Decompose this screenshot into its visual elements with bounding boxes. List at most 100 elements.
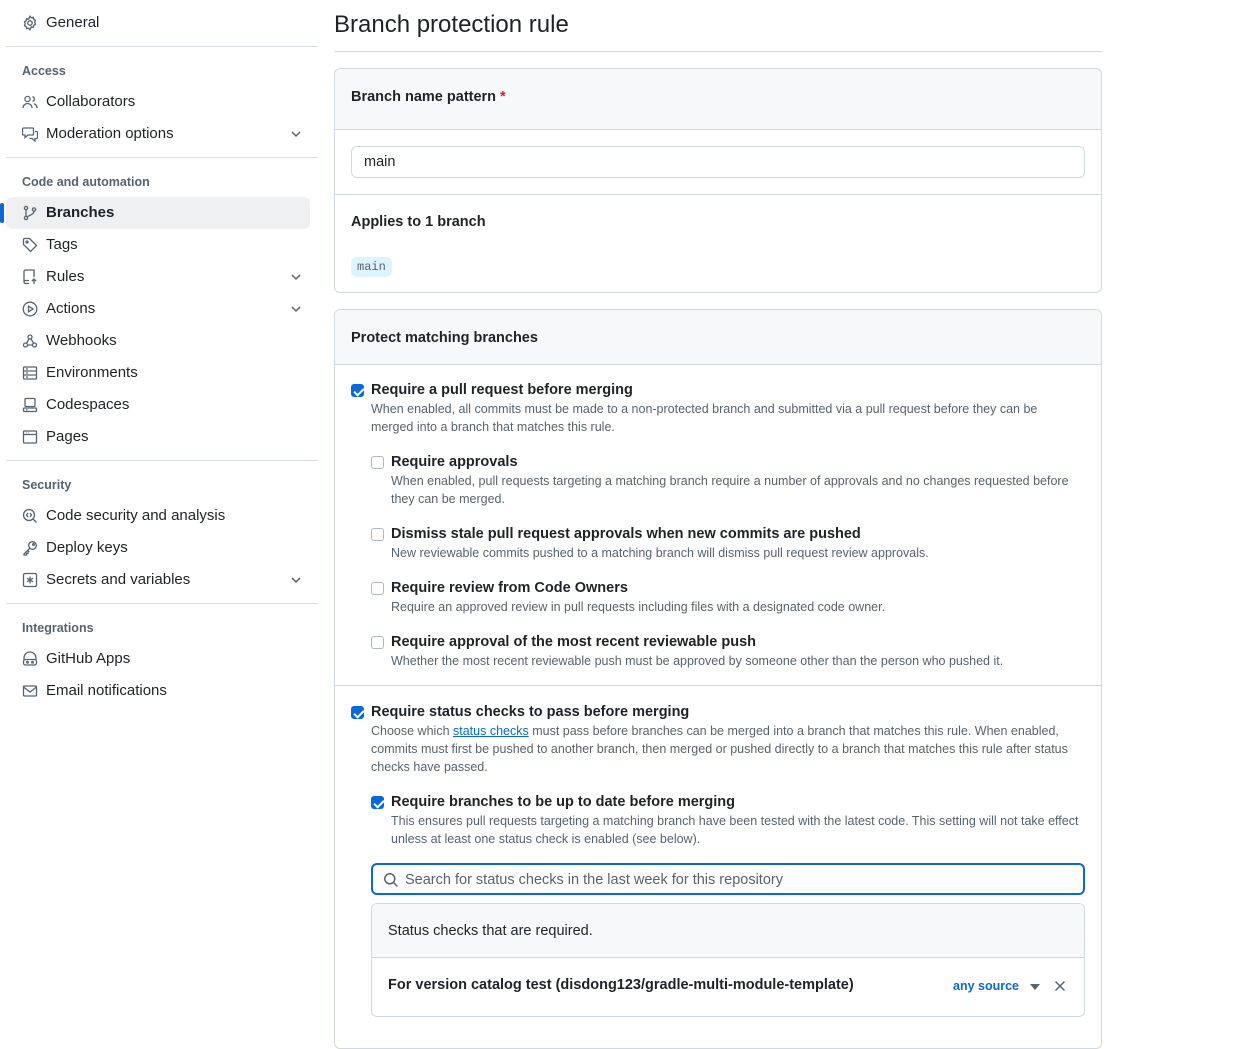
sidebar-item-collaborators[interactable]: Collaborators <box>6 86 310 118</box>
sidebar-item-label: Secrets and variables <box>46 571 191 588</box>
code-owners-description: Require an approved review in pull reque… <box>391 600 886 614</box>
webhook-icon <box>22 333 38 349</box>
status-checks-link[interactable]: status checks <box>453 724 529 738</box>
sidebar-item-deploy-keys[interactable]: Deploy keys <box>6 532 310 564</box>
server-icon <box>22 365 38 381</box>
matched-branch-chip: main <box>351 257 392 277</box>
dismiss-stale-title: Dismiss stale pull request approvals whe… <box>391 526 861 542</box>
required-checks-header: Status checks that are required. <box>372 904 1084 958</box>
protect-branches-header: Protect matching branches <box>335 310 1101 365</box>
sidebar-section-integrations: Integrations <box>22 621 94 635</box>
mail-icon <box>22 683 38 699</box>
require-approvals-checkbox[interactable] <box>371 456 384 469</box>
title-divider <box>334 51 1102 52</box>
up-to-date-title: Require branches to be up to date before… <box>391 794 736 810</box>
sidebar-item-label: Environments <box>46 364 138 381</box>
sidebar-section-security: Security <box>22 478 72 492</box>
page-title: Branch protection rule <box>334 11 569 38</box>
sidebar-item-github-apps[interactable]: GitHub Apps <box>6 643 310 675</box>
sidebar-item-webhooks[interactable]: Webhooks <box>6 325 310 357</box>
up-to-date-checkbox[interactable] <box>371 796 384 809</box>
sidebar-item-rules[interactable]: Rules <box>6 261 310 293</box>
people-icon <box>22 94 38 110</box>
sidebar-item-code-security[interactable]: Code security and analysis <box>6 500 310 532</box>
sidebar-item-label: Code security and analysis <box>46 507 226 524</box>
sidebar-item-email-notifications[interactable]: Email notifications <box>6 675 310 707</box>
require-pr-description: When enabled, all commits must be made t… <box>371 402 1038 434</box>
repo-push-icon <box>22 269 38 285</box>
sidebar-item-label: Tags <box>46 236 78 253</box>
sidebar-item-actions[interactable]: Actions <box>6 293 310 325</box>
sidebar-item-general[interactable]: General <box>6 7 310 39</box>
dismiss-stale-checkbox[interactable] <box>371 528 384 541</box>
comment-discussion-icon <box>22 126 38 142</box>
sidebar-item-label: Codespaces <box>46 396 130 413</box>
dismiss-stale-description: New reviewable commits pushed to a match… <box>391 546 929 560</box>
status-check-search-input[interactable] <box>403 869 1073 891</box>
sidebar-item-secrets[interactable]: Secrets and variables <box>6 564 310 596</box>
sidebar-item-label: Collaborators <box>46 93 136 110</box>
chevron-down-icon[interactable] <box>290 574 302 586</box>
required-checks-heading: Status checks that are required. <box>388 923 593 939</box>
chevron-down-icon[interactable] <box>290 128 302 140</box>
required-checks-box: Status checks that are required. For ver… <box>371 903 1085 1017</box>
asterisk-box-icon <box>22 572 38 588</box>
required-marker: * <box>500 89 506 105</box>
branch-pattern-label: Branch name pattern * <box>351 89 506 105</box>
sidebar-divider <box>6 157 318 158</box>
sidebar-divider <box>6 603 318 604</box>
recent-push-title: Require approval of the most recent revi… <box>391 634 757 650</box>
status-checks-description: Choose which status checks must pass bef… <box>371 724 1068 774</box>
tag-icon <box>22 237 38 253</box>
code-owners-title: Require review from Code Owners <box>391 580 628 596</box>
sidebar-item-label: Webhooks <box>46 332 117 349</box>
browser-icon <box>22 429 38 445</box>
gear-icon <box>22 15 38 31</box>
status-check-search[interactable] <box>371 863 1085 895</box>
status-checks-title: Require status checks to pass before mer… <box>371 704 690 720</box>
sidebar-item-tags[interactable]: Tags <box>6 229 310 261</box>
codespaces-icon <box>22 397 38 413</box>
git-branch-icon <box>22 205 38 221</box>
recent-push-checkbox[interactable] <box>371 636 384 649</box>
key-icon <box>22 540 38 556</box>
chevron-down-icon[interactable] <box>290 303 302 315</box>
branch-pattern-box: Branch name pattern* Applies to 1 branch… <box>334 68 1102 293</box>
sidebar-item-label: Branches <box>46 204 115 221</box>
sidebar-item-label: GitHub Apps <box>46 650 131 667</box>
close-icon[interactable] <box>1054 980 1066 992</box>
protect-branches-box: Protect matching branches Require a pull… <box>334 309 1102 1049</box>
status-checks-checkbox[interactable] <box>351 706 364 719</box>
sidebar-divider <box>6 46 318 47</box>
up-to-date-description: This ensures pull requests targeting a m… <box>391 814 1079 846</box>
sidebar-item-label: Moderation options <box>46 125 174 142</box>
sidebar-section-code-automation: Code and automation <box>22 175 150 189</box>
require-pr-checkbox[interactable] <box>351 384 364 397</box>
sidebar-item-codespaces[interactable]: Codespaces <box>6 389 310 421</box>
sidebar-item-label: Actions <box>46 300 96 317</box>
recent-push-description: Whether the most recent reviewable push … <box>391 654 1004 668</box>
sidebar-item-label: General <box>46 14 100 31</box>
codescan-icon <box>22 508 38 524</box>
section-divider <box>335 194 1101 195</box>
code-owners-checkbox[interactable] <box>371 582 384 595</box>
applies-to-label: Applies to 1 branch <box>351 214 486 230</box>
search-icon <box>384 873 399 888</box>
sidebar-item-branches[interactable]: Branches <box>0 197 310 229</box>
branch-pattern-input[interactable] <box>351 146 1085 178</box>
sidebar-item-label: Rules <box>46 268 85 285</box>
sidebar-item-pages[interactable]: Pages <box>6 421 310 453</box>
require-approvals-description: When enabled, pull requests targeting a … <box>391 474 1069 506</box>
apps-icon <box>22 651 38 667</box>
caret-down-icon[interactable] <box>1030 984 1040 990</box>
sidebar-section-access: Access <box>22 64 66 78</box>
sidebar-divider <box>6 460 318 461</box>
sidebar-item-environments[interactable]: Environments <box>6 357 310 389</box>
chevron-down-icon[interactable] <box>290 271 302 283</box>
sidebar-item-label: Pages <box>46 428 89 445</box>
section-divider <box>335 685 1101 686</box>
sidebar-item-moderation[interactable]: Moderation options <box>6 118 310 150</box>
require-approvals-title: Require approvals <box>391 454 518 470</box>
sidebar-item-label: Email notifications <box>46 682 167 699</box>
check-source-dropdown[interactable]: any source <box>953 979 1019 993</box>
